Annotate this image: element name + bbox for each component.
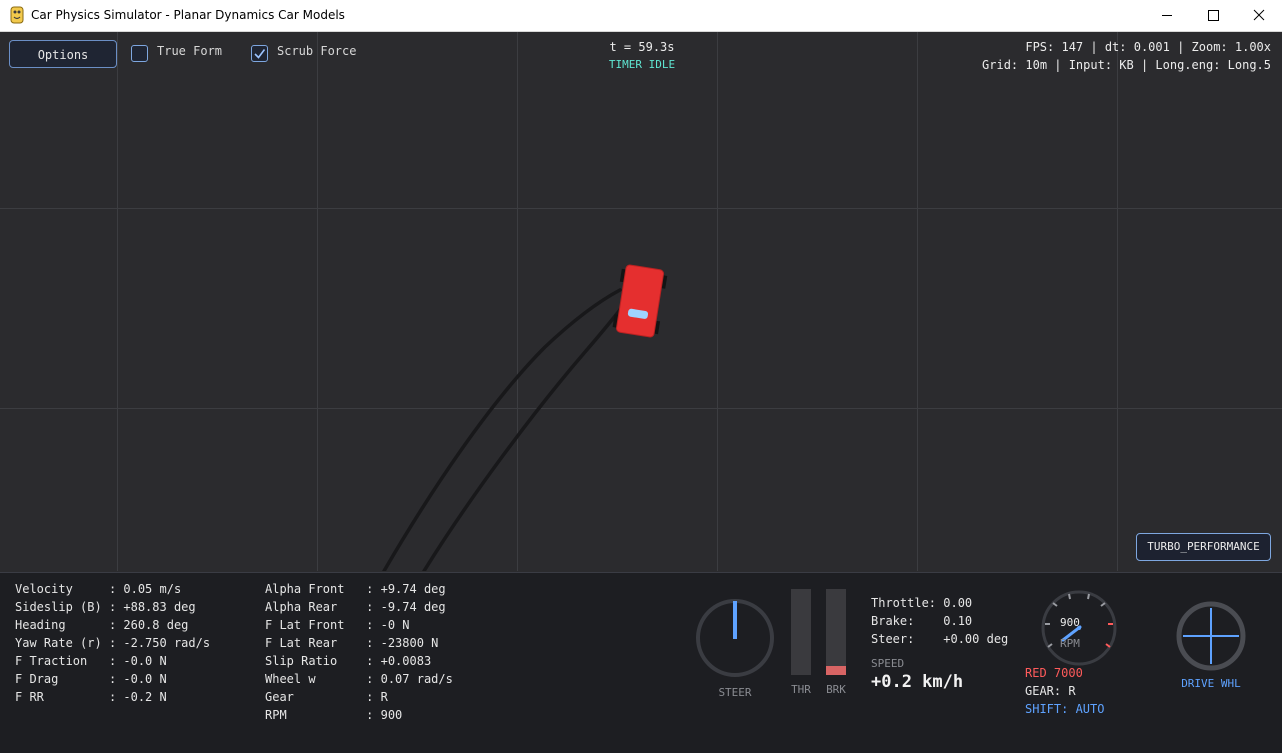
gear-readout: GEAR: R xyxy=(1025,684,1076,698)
telemetry-row: Yaw Rate (r) : -2.750 rad/s xyxy=(15,636,211,650)
minimize-button[interactable] xyxy=(1144,0,1190,31)
telemetry-row: Alpha Front : +9.74 deg xyxy=(265,582,446,596)
brake-bar xyxy=(826,589,846,675)
close-button[interactable] xyxy=(1236,0,1282,31)
speed-value: +0.2 km/h xyxy=(871,672,964,692)
car xyxy=(612,264,668,338)
drive-wheel-label: DRIVE WHL xyxy=(1181,677,1241,690)
shift-mode: SHIFT: AUTO xyxy=(1025,702,1105,716)
sim-time: t = 59.3s xyxy=(609,40,675,54)
telemetry-row: Sideslip (B) : +88.83 deg xyxy=(15,600,196,614)
throttle-readout: Throttle: 0.00 xyxy=(871,596,973,610)
title-bar: Car Physics Simulator - Planar Dynamics … xyxy=(0,0,1282,32)
scrub-force-checkbox[interactable] xyxy=(251,45,268,62)
checkmark-icon xyxy=(254,49,266,59)
tach-rpm-unit: RPM xyxy=(1060,637,1080,650)
telemetry-row: F Drag : -0.0 N xyxy=(15,672,167,686)
telemetry-row: F Lat Rear : -23800 N xyxy=(265,636,439,650)
telemetry-row: RPM : 900 xyxy=(265,708,403,722)
maximize-button[interactable] xyxy=(1190,0,1236,31)
timer-status: TIMER IDLE xyxy=(608,58,676,71)
throttle-bar xyxy=(791,589,811,675)
throttle-label: THR xyxy=(791,683,811,696)
telemetry-row: Slip Ratio : +0.0083 xyxy=(265,654,432,668)
drive-wheel-icon xyxy=(1176,601,1246,671)
close-icon xyxy=(1253,9,1265,21)
steer-label: STEER xyxy=(718,686,752,699)
telemetry-row: F RR : -0.2 N xyxy=(15,690,167,704)
telemetry-row: Heading : 260.8 deg xyxy=(15,618,189,632)
telemetry-row: F Traction : -0.0 N xyxy=(15,654,167,668)
scrub-force-label: Scrub Force xyxy=(277,44,357,58)
brake-bar-fill xyxy=(826,666,846,675)
simulation-viewport[interactable] xyxy=(0,32,1282,571)
python-icon xyxy=(10,6,24,24)
redline-readout: RED 7000 xyxy=(1025,666,1083,680)
preset-button[interactable]: TURBO_PERFORMANCE xyxy=(1136,533,1271,561)
minimize-icon xyxy=(1162,15,1172,16)
brake-readout: Brake: 0.10 xyxy=(871,614,973,628)
brake-label: BRK xyxy=(826,683,846,696)
steer-readout: Steer: +0.00 deg xyxy=(871,632,1009,646)
telemetry-row: Wheel w : 0.07 rad/s xyxy=(265,672,453,686)
telemetry-row: Alpha Rear : -9.74 deg xyxy=(265,600,446,614)
speed-label: SPEED xyxy=(871,657,905,670)
window-title: Car Physics Simulator - Planar Dynamics … xyxy=(31,8,345,22)
options-button[interactable]: Options xyxy=(9,40,117,68)
world-canvas xyxy=(0,32,1282,571)
maximize-icon xyxy=(1208,10,1219,21)
telemetry-row: Gear : R xyxy=(265,690,388,704)
hud-stats-line-2: Grid: 10m | Input: KB | Long.eng: Long.5 xyxy=(982,58,1271,72)
hud-stats-line-1: FPS: 147 | dt: 0.001 | Zoom: 1.00x xyxy=(1025,40,1271,54)
true-form-label: True Form xyxy=(157,44,223,58)
telemetry-row: Velocity : 0.05 m/s xyxy=(15,582,182,596)
true-form-checkbox[interactable] xyxy=(131,45,148,62)
tire-tracks xyxy=(382,288,625,571)
steer-gauge xyxy=(696,599,774,677)
tach-rpm-value: 900 xyxy=(1060,616,1080,629)
telemetry-row: F Lat Front : -0 N xyxy=(265,618,410,632)
